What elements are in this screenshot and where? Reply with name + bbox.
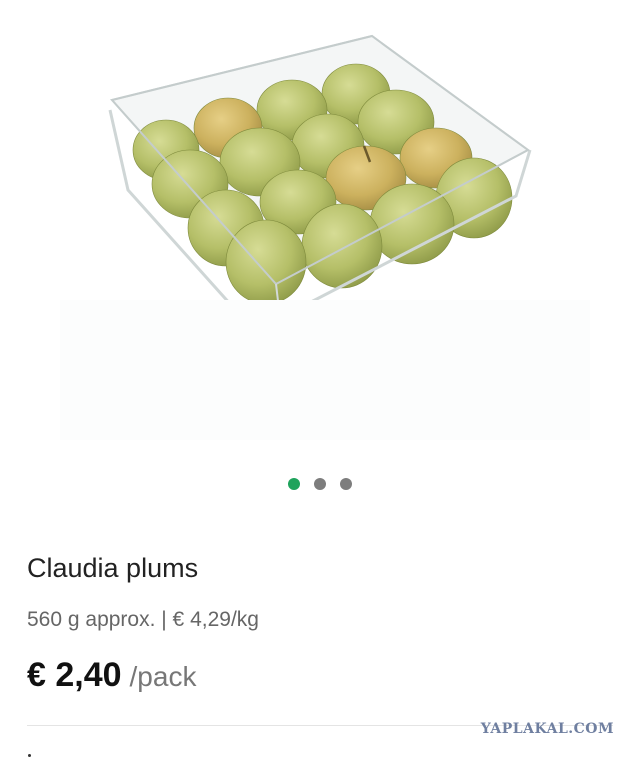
gallery-dot-3[interactable] bbox=[340, 478, 352, 490]
price-row: € 2,40 /pack bbox=[27, 656, 196, 695]
price-unit: /pack bbox=[129, 661, 197, 692]
gallery-dot-2[interactable] bbox=[314, 478, 326, 490]
product-photo bbox=[60, 34, 590, 440]
product-weight-price: 560 g approx. | € 4,29/kg bbox=[27, 608, 259, 631]
product-image-gallery[interactable] bbox=[0, 0, 640, 460]
gallery-pagination bbox=[0, 478, 640, 490]
product-price: € 2,40 bbox=[27, 656, 122, 694]
gallery-dot-1[interactable] bbox=[288, 478, 300, 490]
watermark: YAPLAKAL.COM bbox=[480, 721, 614, 737]
partial-glyph bbox=[28, 754, 31, 757]
product-title: Claudia plums bbox=[27, 553, 199, 583]
